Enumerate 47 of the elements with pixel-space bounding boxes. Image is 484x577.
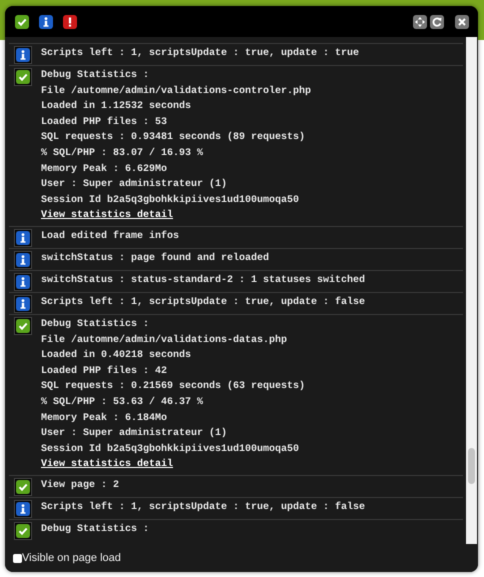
check-icon <box>15 69 31 85</box>
info-icon <box>15 500 31 517</box>
log-line: User : Super administrateur (1) <box>41 426 228 442</box>
log-line: SQL requests : 0.93481 seconds (89 requests) <box>41 130 306 146</box>
move-icon[interactable] <box>413 14 427 28</box>
log-line: Debug Statistics : <box>41 318 150 332</box>
log-line: User : Super administrateur (1) <box>41 178 228 192</box>
log-line: % SQL/PHP : 53.63 / 46.37 % <box>41 396 204 410</box>
log-line: Load edited frame infos <box>41 230 180 244</box>
log-line: Debug Statistics : <box>41 68 150 83</box>
log-line: File /automne/admin/validations-datas.php <box>41 334 288 348</box>
check-icon <box>15 478 31 495</box>
statistics-link[interactable]: View statistics detail <box>41 457 174 473</box>
log-line: Scripts left : 1, scriptsUpdate : true, update : false <box>41 296 366 310</box>
log-line: Loaded in 0.40218 seconds <box>41 348 192 364</box>
log-line: Loaded PHP files : 53 <box>41 116 168 130</box>
refresh-icon[interactable] <box>430 14 444 28</box>
info-icon[interactable] <box>39 14 53 28</box>
scrollbar[interactable] <box>466 37 477 544</box>
log-line: % SQL/PHP : 83.07 / 16.93 % <box>41 146 204 161</box>
log-line: SQL requests : 0.21569 seconds (63 requests) <box>41 380 306 394</box>
log-line: Loaded in 1.12532 seconds <box>41 100 192 114</box>
log-line: View page : 2 <box>41 478 120 493</box>
info-icon <box>15 252 31 268</box>
log-line: Memory Peak : 6.629Mo <box>41 162 168 177</box>
log-line: Debug Statistics : <box>41 522 150 537</box>
checkbox-label: Visible on page load <box>22 552 121 564</box>
checkbox[interactable] <box>13 554 22 562</box>
check-icon <box>15 522 31 539</box>
statistics-link[interactable]: View statistics detail <box>41 208 174 224</box>
check-icon[interactable] <box>15 14 29 28</box>
log-line: Loaded PHP files : 42 <box>41 364 168 379</box>
log-line: Memory Peak : 6.184Mo <box>41 412 168 426</box>
info-icon <box>15 47 31 63</box>
info-icon <box>15 296 31 312</box>
warning-icon[interactable] <box>63 14 77 28</box>
log-line: Scripts left : 1, scriptsUpdate : true, update : false <box>41 500 366 515</box>
log-line: Scripts left : 1, scriptsUpdate : true, update : true <box>41 46 360 61</box>
close-icon[interactable] <box>455 14 469 28</box>
log-line: File /automne/admin/validations-controler.php <box>41 84 312 99</box>
info-icon <box>15 230 31 246</box>
info-icon <box>15 274 31 290</box>
check-icon <box>15 318 31 334</box>
log-line: switchStatus : status-standard-2 : 1 statuses switched <box>41 274 366 288</box>
log-line: Session Id b2a5q3gbohkkipiives1ud100umoqa50 <box>41 194 300 208</box>
log-line: Session Id b2a5q3gbohkkipiives1ud100umoqa50 <box>41 442 300 457</box>
log-line: switchStatus : page found and reloaded <box>41 252 270 266</box>
